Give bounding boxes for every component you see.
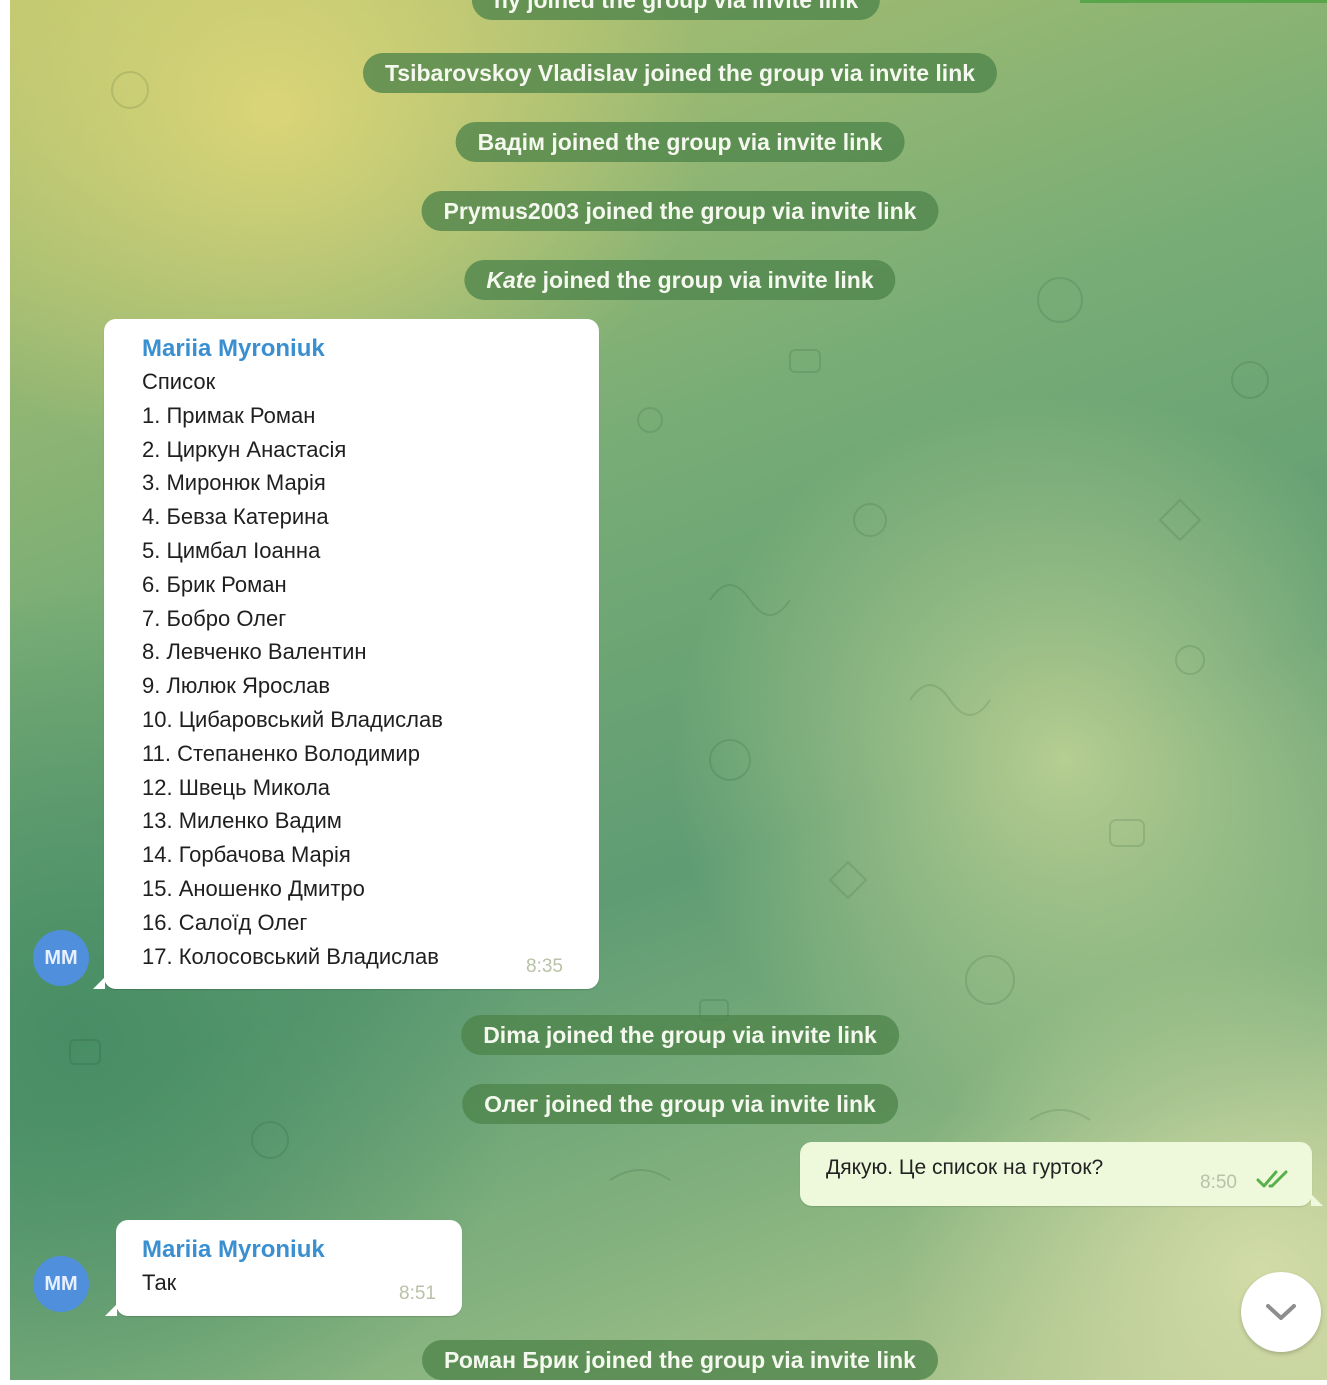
service-message-joined: Kate joined the group via invite link — [464, 260, 896, 300]
message-line: 17. Колосовський Владислав — [142, 943, 439, 969]
service-message-joined: Вадім joined the group via invite link — [455, 122, 905, 162]
message-line: 2. Циркун Анастасія — [142, 436, 347, 462]
service-text: ny joined the group via invite link — [493, 0, 859, 13]
service-message-partial: ny joined the group via invite link — [471, 0, 881, 20]
service-text: joined the group via invite link — [579, 198, 917, 224]
message-content: Mariia Myroniuk Так — [142, 1234, 325, 1300]
message-line: 10. Цибаровський Владислав — [142, 706, 443, 732]
message-line: Список — [142, 369, 216, 394]
message-bubble-outgoing[interactable]: Дякую. Це список на гурток? 8:50 — [800, 1142, 1323, 1206]
service-message-joined: Prymus2003 joined the group via invite l… — [421, 191, 939, 231]
message-line: 4. Бевза Катерина — [142, 504, 329, 530]
avatar[interactable]: MM — [33, 930, 89, 986]
message-time: 8:51 — [399, 1283, 436, 1304]
bubble-tail — [1311, 1194, 1323, 1206]
message-line: 15. Аношенко Дмитро — [142, 875, 365, 901]
service-text: joined the group via invite link — [578, 1347, 916, 1373]
service-user-name[interactable]: Олег — [484, 1091, 538, 1117]
service-text: joined the group via invite link — [539, 1022, 877, 1048]
message-text: Дякую. Це список на гурток? — [826, 1156, 1104, 1179]
message-line: 14. Горбачова Марія — [142, 842, 351, 868]
top-accent-strip — [1080, 0, 1327, 3]
service-text: joined the group via invite link — [536, 267, 874, 293]
message-line: 7. Бобро Олег — [142, 605, 287, 631]
chevron-down-icon — [1266, 1304, 1296, 1320]
service-user-name[interactable]: Dima — [483, 1022, 539, 1048]
telegram-chat-screenshot: ny joined the group via invite link Tsib… — [0, 0, 1327, 1385]
service-user-name[interactable]: Роман Брик — [444, 1347, 579, 1373]
service-user-name[interactable]: Вадім — [478, 129, 545, 155]
scroll-to-bottom-button[interactable] — [1241, 1272, 1321, 1352]
message-line: 3. Миронюк Марія — [142, 470, 326, 496]
service-message-joined: Tsibarovskoy Vladislav joined the group … — [362, 53, 998, 93]
message-bubble-reply[interactable]: Mariia Myroniuk Так 8:51 — [105, 1220, 462, 1316]
service-text: joined the group via invite link — [538, 1091, 876, 1117]
message-text: Так — [142, 1270, 177, 1295]
message-line: 6. Брик Роман — [142, 571, 287, 597]
service-text: joined the group via invite link — [545, 129, 883, 155]
sender-name[interactable]: Mariia Myroniuk — [142, 1234, 325, 1266]
message-time: 8:50 — [1200, 1172, 1237, 1193]
service-message-joined: Dima joined the group via invite link — [461, 1015, 899, 1055]
avatar[interactable]: MM — [33, 1256, 89, 1312]
service-message-joined: Роман Брик joined the group via invite l… — [422, 1340, 938, 1380]
message-line: 8. Левченко Валентин — [142, 639, 367, 665]
chat-background: ny joined the group via invite link Tsib… — [10, 0, 1327, 1380]
service-user-name[interactable]: Kate — [486, 267, 536, 293]
message-line: 11. Степаненко Володимир — [142, 740, 420, 766]
service-message-joined: Олег joined the group via invite link — [462, 1084, 898, 1124]
sender-name[interactable]: Mariia Myroniuk — [142, 333, 443, 365]
message-line: 12. Швець Микола — [142, 774, 331, 800]
message-time: 8:35 — [526, 956, 563, 977]
service-text: joined the group via invite link — [637, 60, 976, 86]
message-line: 5. Цимбал Іоанна — [142, 537, 321, 563]
service-user-name[interactable]: Prymus2003 — [444, 198, 580, 224]
service-user-name[interactable]: Tsibarovskoy Vladislav — [385, 60, 638, 86]
message-line: 9. Люлюк Ярослав — [142, 673, 331, 699]
message-content: Mariia Myroniuk Список 1. Примак Роман 2. … — [142, 333, 443, 973]
bubble-tail — [93, 977, 105, 989]
double-check-icon — [1256, 1170, 1288, 1188]
message-line: 1. Примак Роман — [142, 402, 316, 428]
message-bubble-list[interactable]: Mariia Myroniuk Список 1. Примак Роман 2. … — [93, 319, 599, 989]
message-line: 16. Салоїд Олег — [142, 909, 308, 935]
bubble-tail — [105, 1304, 117, 1316]
message-line: 13. Миленко Вадим — [142, 808, 342, 834]
message-text: Список 1. Примак Роман 2. Циркун Анастасія… — [142, 365, 443, 973]
